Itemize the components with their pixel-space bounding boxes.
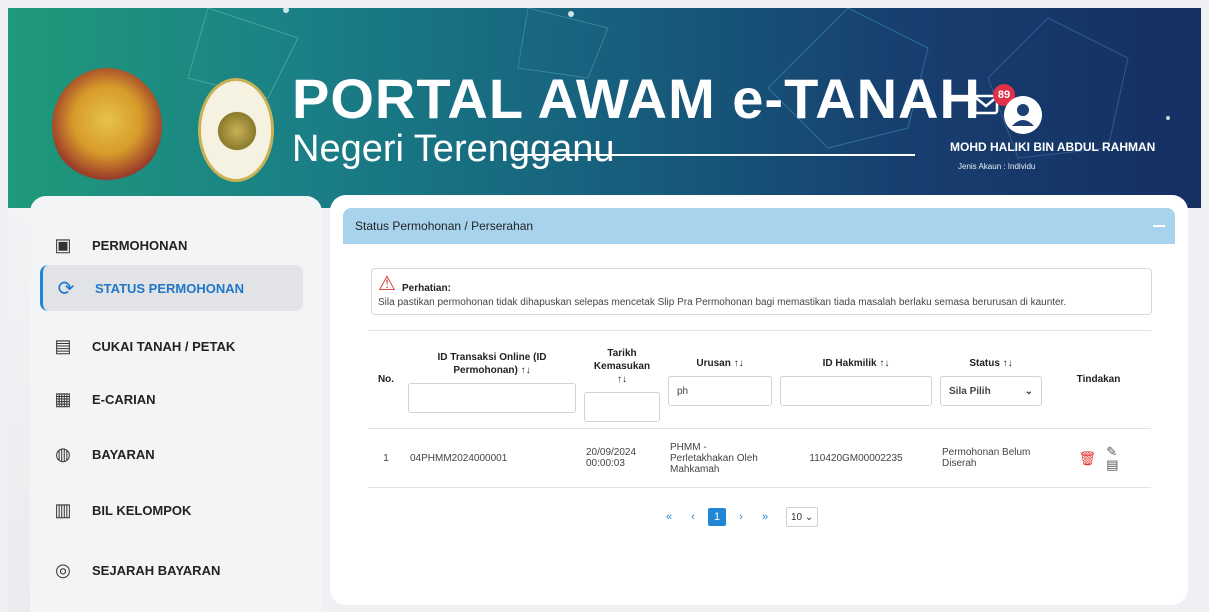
cell-status: Permohonan Belum Diserah: [936, 428, 1046, 488]
sort-icon[interactable]: ↑↓: [879, 358, 889, 369]
bill-icon: ▥: [54, 499, 72, 520]
tarikh-filter-input[interactable]: [584, 392, 660, 422]
sidebar-item-label: PERMOHONAN: [92, 237, 188, 253]
subtitle-underline: [515, 154, 915, 156]
sort-icon[interactable]: ↑↓: [1003, 358, 1013, 369]
sidebar-item-label: BIL KELOMPOK: [92, 502, 192, 518]
portal-subtitle: Negeri Terengganu: [292, 128, 615, 170]
last-page-button[interactable]: »: [756, 508, 774, 526]
warning-icon: ⚠: [378, 273, 396, 295]
cell-urusan: PHMM - Perletakhakan Oleh Mahkamah: [664, 428, 776, 488]
account-type: Jenis Akaun : Individu: [958, 162, 1036, 171]
print-slip-icon[interactable]: ▤: [1106, 457, 1118, 472]
header-urusan: Urusan ↑↓: [664, 330, 776, 429]
cell-id-hakmilik: 110420GM00002235: [776, 428, 936, 488]
search-doc-icon: ▦: [54, 388, 72, 409]
header-status: Status ↑↓ Sila Pilih ⌄: [936, 330, 1046, 429]
sidebar-item-cukai-tanah[interactable]: ▤ CUKAI TANAH / PETAK: [40, 322, 300, 370]
cell-id-transaksi: 04PHMM2024000001: [404, 428, 580, 488]
id-transaksi-filter-input[interactable]: [408, 383, 576, 413]
application-table: No. ID Transaksi Online (ID Permohonan) …: [368, 330, 1151, 488]
sidebar-item-sejarah-bayaran[interactable]: ◎ SEJARAH BAYARAN: [40, 546, 300, 594]
portal-title: PORTAL AWAM e-TANAH: [292, 67, 981, 130]
table-row: 1 04PHMM2024000001 20/09/2024 00:00:03 PH…: [368, 428, 1151, 488]
malaysia-crest-logo: [52, 68, 162, 184]
id-hakmilik-filter-input[interactable]: [780, 376, 932, 406]
payment-icon: ◍: [55, 443, 71, 464]
sidebar-item-label: E-CARIAN: [92, 391, 156, 407]
header-id-hakmilik: ID Hakmilik ↑↓: [776, 330, 936, 429]
status-filter-select[interactable]: Sila Pilih ⌄: [940, 376, 1042, 406]
urusan-filter-input[interactable]: [668, 376, 772, 406]
alert-heading: Perhatian:: [402, 283, 451, 294]
user-avatar-icon[interactable]: [1004, 96, 1042, 134]
cell-no: 1: [368, 428, 404, 488]
header-tindakan: Tindakan: [1046, 330, 1151, 429]
sort-icon[interactable]: ↑↓: [734, 358, 744, 369]
sidebar-item-e-carian[interactable]: ▦ E-CARIAN: [40, 375, 300, 423]
panel-header: Status Permohonan / Perserahan: [343, 208, 1175, 244]
chevron-down-icon: ⌄: [1024, 385, 1033, 397]
pagination: « ‹ 1 › » 10 ⌄: [660, 507, 819, 527]
sidebar-item-bil-kelompok[interactable]: ▥ BIL KELOMPOK: [40, 486, 300, 534]
header-id-transaksi: ID Transaksi Online (ID Permohonan) ↑↓: [404, 330, 580, 429]
first-page-button[interactable]: «: [660, 508, 678, 526]
sidebar-item-bayaran[interactable]: ◍ BAYARAN: [40, 430, 300, 478]
collapse-icon[interactable]: [1153, 225, 1165, 227]
next-page-button[interactable]: ›: [732, 508, 750, 526]
user-name: MOHD HALIKI BIN ABDUL RAHMAN: [950, 140, 1156, 154]
header-tarikh: Tarikh Kemasukan ↑↓: [580, 330, 664, 429]
status-filter-value: Sila Pilih: [949, 385, 991, 397]
prev-page-button[interactable]: ‹: [684, 508, 702, 526]
attention-alert: ⚠ Perhatian: Sila pastikan permohonan ti…: [371, 268, 1152, 315]
history-icon: ◎: [55, 559, 71, 580]
delete-icon[interactable]: 🗑: [1078, 450, 1096, 467]
sidebar-item-label: STATUS PERMOHONAN: [95, 280, 245, 296]
terengganu-crest-logo: [198, 78, 274, 182]
table-header-row: No. ID Transaksi Online (ID Permohonan) …: [368, 330, 1151, 429]
header-no: No.: [368, 330, 404, 429]
page-button-current[interactable]: 1: [708, 508, 726, 526]
tax-icon: ▤: [54, 335, 72, 356]
sidebar-item-status-permohonan[interactable]: ⟳ STATUS PERMOHONAN: [40, 265, 303, 311]
cell-tarikh: 20/09/2024 00:00:03: [580, 428, 664, 488]
certificate-icon: ▣: [54, 234, 72, 255]
sidebar-item-label: CUKAI TANAH / PETAK: [92, 338, 236, 354]
page-size-select[interactable]: 10 ⌄: [786, 507, 819, 527]
document-actions: ✎ ▤: [1106, 445, 1118, 471]
refresh-icon: ⟳: [57, 277, 75, 300]
sort-icon[interactable]: ↑↓: [521, 365, 531, 376]
alert-message: Sila pastikan permohonan tidak dihapuska…: [378, 297, 1067, 308]
sidebar-item-permohonan[interactable]: ▣ PERMOHONAN: [40, 221, 300, 269]
sidebar-item-label: SEJARAH BAYARAN: [92, 562, 221, 578]
panel-title: Status Permohonan / Perserahan: [355, 219, 534, 233]
sidebar-item-label: BAYARAN: [92, 446, 155, 462]
cell-tindakan: 🗑 ✎ ▤: [1046, 428, 1151, 488]
sort-icon[interactable]: ↑↓: [617, 374, 627, 385]
